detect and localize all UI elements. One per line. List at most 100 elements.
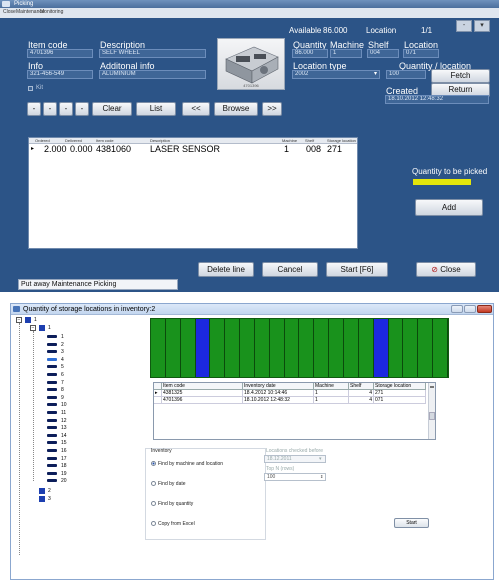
storage-cell[interactable] [373, 319, 389, 377]
qty-to-pick-field[interactable] [413, 179, 471, 185]
option-date-label[interactable]: Find by date [158, 481, 186, 487]
storage-cell[interactable] [195, 319, 211, 377]
option-excel-label[interactable]: Copy from Excel [158, 521, 195, 527]
tree-leaf-17[interactable]: 17 [61, 456, 67, 462]
storage-cell[interactable] [403, 319, 419, 377]
calendar-dropdown-icon[interactable]: ▾ [319, 456, 322, 462]
col-shelf[interactable]: Shelf [349, 383, 374, 390]
tree-node-root[interactable]: 1 [34, 317, 37, 323]
storage-cell[interactable] [180, 319, 196, 377]
col-item-code[interactable]: Item code [162, 383, 243, 390]
list-button[interactable]: List [136, 102, 176, 116]
add-button[interactable]: Add [415, 199, 483, 216]
storage-cell[interactable] [314, 319, 330, 377]
storage-cell[interactable] [225, 319, 241, 377]
qty-location-field[interactable]: 100 [386, 70, 426, 79]
option-machine-location-label[interactable]: Find by machine and location [158, 461, 223, 467]
close-button[interactable]: ⊘ Close [416, 262, 476, 277]
storage-cell[interactable] [240, 319, 255, 377]
col-storage-location[interactable]: Storage location [374, 383, 426, 390]
prev-button[interactable]: << [182, 102, 210, 116]
tree-leaf-8[interactable]: 8 [61, 387, 64, 393]
tree-leaf-15[interactable]: 15 [61, 440, 67, 446]
location-type-select[interactable]: 2002 [292, 70, 380, 79]
browse-button[interactable]: Browse [214, 102, 258, 116]
col-machine[interactable]: Machine [314, 383, 349, 390]
fetch-button[interactable]: Fetch [431, 69, 490, 83]
maximize-button[interactable] [464, 305, 476, 313]
col-inventory-date[interactable]: Inventory date [243, 383, 314, 390]
tree-leaf-12[interactable]: 12 [61, 418, 67, 424]
radio-excel[interactable] [151, 521, 156, 526]
description-field[interactable]: SELF WHEEL [99, 49, 206, 58]
minimize-button[interactable] [451, 305, 463, 313]
storage-cell[interactable] [329, 319, 344, 377]
tree-node-2[interactable]: 2 [48, 488, 51, 494]
tree-leaf-4[interactable]: 4 [61, 357, 64, 363]
storage-cell[interactable] [269, 319, 285, 377]
cancel-button[interactable]: Cancel [262, 262, 318, 277]
tree-leaf-5[interactable]: 5 [61, 364, 64, 370]
storage-cell[interactable] [358, 319, 374, 377]
menu-monitoring[interactable]: Monitoring [40, 9, 63, 15]
storage-cell[interactable] [165, 319, 181, 377]
clear-button[interactable]: Clear [92, 102, 132, 116]
spinner-icon[interactable]: ⇕ [320, 474, 323, 480]
top-n-input[interactable]: 100 [264, 473, 326, 481]
tree-leaf-13[interactable]: 13 [61, 425, 67, 431]
tree-leaf-9[interactable]: 9 [61, 395, 64, 401]
radio-machine-location[interactable] [151, 461, 156, 466]
storage-cell[interactable] [284, 319, 300, 377]
tree-leaf-14[interactable]: 14 [61, 433, 67, 439]
storage-cell[interactable] [388, 319, 404, 377]
chevron-up-icon[interactable] [430, 385, 434, 388]
quantity-field[interactable]: 86.000 [292, 49, 328, 58]
start-button[interactable]: Start [394, 518, 429, 528]
storage-cell[interactable] [151, 319, 166, 377]
tree-leaf-19[interactable]: 19 [61, 471, 67, 477]
item-code-field[interactable]: 4701396 [27, 49, 93, 58]
tree-leaf-18[interactable]: 18 [61, 463, 67, 469]
pager-prev-button[interactable]: - [456, 20, 472, 32]
info-field[interactable]: 321-456-549 [27, 70, 93, 79]
machine-field[interactable]: 1 [330, 49, 362, 58]
nav-button-2[interactable]: - [43, 102, 57, 116]
radio-quantity[interactable] [151, 501, 156, 506]
scrollbar-thumb[interactable] [429, 412, 435, 420]
kit-checkbox[interactable] [28, 86, 33, 91]
radio-date[interactable] [151, 481, 156, 486]
storage-cell[interactable] [254, 319, 270, 377]
next-button[interactable]: >> [262, 102, 282, 116]
storage-cell[interactable] [343, 319, 359, 377]
locations-checked-date[interactable]: 18.12.2011 [264, 455, 326, 463]
tree-leaf-20[interactable]: 20 [61, 478, 67, 484]
tree-leaf-16[interactable]: 16 [61, 448, 67, 454]
additional-info-field[interactable]: ALUMINIUM [99, 70, 206, 79]
storage-cell[interactable] [433, 319, 448, 377]
option-quantity-label[interactable]: Find by quantity [158, 501, 193, 507]
storage-cell[interactable] [299, 319, 315, 377]
tree-node-child[interactable]: 1 [48, 325, 51, 331]
tree-leaf-2[interactable]: 2 [61, 342, 64, 348]
pager-next-button[interactable]: ▾ [474, 20, 490, 32]
tree-leaf-3[interactable]: 3 [61, 349, 64, 355]
tree-leaf-10[interactable]: 10 [61, 402, 67, 408]
tree-node-3[interactable]: 3 [48, 496, 51, 502]
shelf-field[interactable]: 004 [367, 49, 399, 58]
tree-leaf-11[interactable]: 11 [61, 410, 66, 416]
delete-line-button[interactable]: Delete line [198, 262, 254, 277]
nav-button-3[interactable]: - [59, 102, 73, 116]
tree-leaf-6[interactable]: 6 [61, 372, 64, 378]
storage-cell[interactable] [418, 319, 434, 377]
start-f6-button[interactable]: Start [F6] [326, 262, 388, 277]
storage-cell[interactable] [210, 319, 226, 377]
tree-leaf-7[interactable]: 7 [61, 380, 64, 386]
nav-button-4[interactable]: - [75, 102, 89, 116]
menu-close[interactable]: Close [3, 9, 16, 15]
chevron-down-icon[interactable]: ▾ [374, 70, 377, 79]
grid-scrollbar[interactable] [428, 383, 435, 439]
nav-button-1[interactable]: - [27, 102, 41, 116]
tree-leaf-1[interactable]: 1 [61, 334, 64, 340]
window-close-button[interactable] [477, 305, 492, 313]
location-field[interactable]: 071 [403, 49, 439, 58]
